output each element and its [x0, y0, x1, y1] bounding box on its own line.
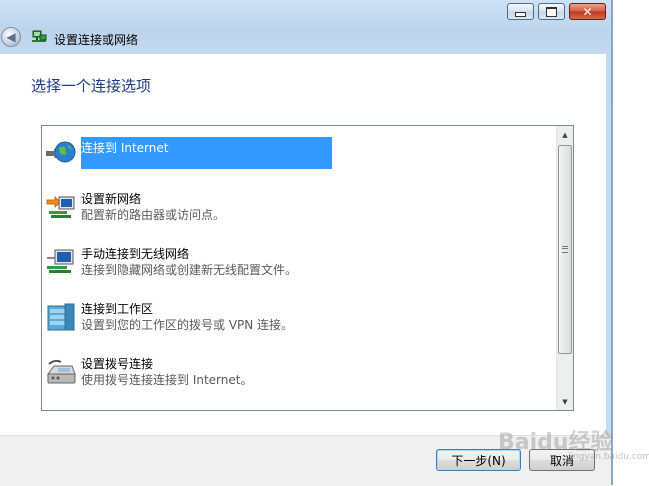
back-arrow-icon: ◀	[6, 30, 16, 44]
option-description: 配置新的路由器或访问点。	[81, 208, 226, 222]
dialup-icon	[47, 359, 76, 384]
option-description: 设置到您的工作区的拨号或 VPN 连接。	[81, 318, 294, 332]
maximize-icon	[546, 6, 557, 17]
option-title: 连接到工作区	[81, 302, 154, 316]
network-icon	[32, 30, 47, 42]
close-button[interactable]: ✕	[569, 3, 606, 20]
option-title: 设置拨号连接	[81, 357, 154, 371]
scroll-down-icon[interactable]: ▼	[557, 393, 573, 410]
main-content: 选择一个连接选项 连接到 Internet 设置新网络 配置新的路由器或访问点。…	[0, 54, 606, 435]
window-title: 设置连接或网络	[54, 33, 139, 47]
option-dialup-connection[interactable]: 设置拨号连接 使用拨号连接连接到 Internet。	[42, 346, 555, 396]
vertical-scrollbar[interactable]: ▲ ▼	[556, 126, 573, 410]
workplace-icon	[47, 303, 75, 331]
close-icon: ✕	[582, 4, 593, 19]
scrollbar-thumb[interactable]	[558, 145, 572, 354]
option-connect-workplace[interactable]: 连接到工作区 设置到您的工作区的拨号或 VPN 连接。	[42, 291, 555, 341]
title-bar[interactable]: ✕	[0, 0, 611, 24]
navigation-bar: ◀ 设置连接或网络	[0, 24, 611, 54]
watermark-url: jingyan.baidu.com	[568, 452, 649, 462]
grip-icon	[562, 246, 568, 253]
back-button[interactable]: ◀	[1, 27, 21, 47]
maximize-button[interactable]	[538, 3, 565, 20]
option-description: 连接到隐藏网络或创建新无线配置文件。	[81, 263, 298, 277]
option-setup-new-network[interactable]: 设置新网络 配置新的路由器或访问点。	[42, 181, 555, 231]
option-manual-wireless[interactable]: 手动连接到无线网络 连接到隐藏网络或创建新无线配置文件。	[42, 236, 555, 286]
page-heading: 选择一个连接选项	[31, 77, 152, 95]
new-network-icon	[46, 196, 75, 218]
minimize-icon	[515, 11, 526, 17]
option-description: 使用拨号连接连接到 Internet。	[81, 373, 253, 387]
globe-icon	[46, 141, 76, 163]
minimize-button[interactable]	[507, 3, 534, 20]
connection-options-list[interactable]: 连接到 Internet 设置新网络 配置新的路由器或访问点。 手动连接到无线网…	[41, 125, 574, 411]
option-title: 连接到 Internet	[81, 137, 332, 169]
scroll-up-icon[interactable]: ▲	[557, 126, 573, 143]
option-title: 设置新网络	[81, 192, 142, 206]
option-connect-internet[interactable]: 连接到 Internet	[42, 126, 555, 176]
wireless-icon	[47, 249, 74, 273]
option-title: 手动连接到无线网络	[81, 247, 190, 261]
window-border	[611, 0, 613, 485]
